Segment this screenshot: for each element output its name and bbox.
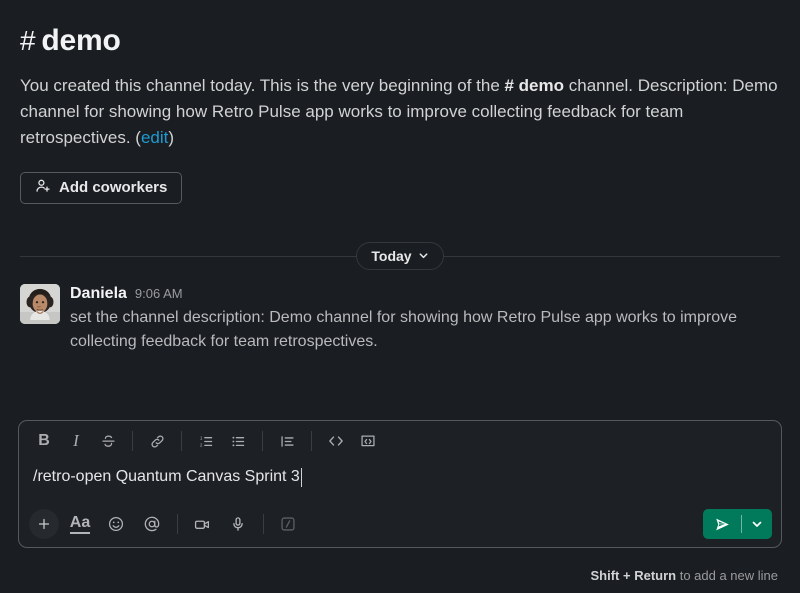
- message-composer: B I 1 2 /retro-open Quantum Canvas Sprin…: [18, 420, 782, 548]
- action-divider: [177, 514, 178, 534]
- slash-command-icon[interactable]: [273, 509, 303, 539]
- message-input[interactable]: /retro-open Quantum Canvas Sprint 3: [19, 461, 781, 501]
- avatar-photo: [20, 283, 60, 324]
- chevron-down-icon: [418, 248, 429, 264]
- message-text: set the channel description: Demo channe…: [70, 308, 738, 350]
- formatting-aa-label: Aa: [69, 514, 91, 535]
- code-icon[interactable]: [321, 426, 351, 456]
- add-coworkers-label: Add coworkers: [59, 179, 168, 197]
- italic-icon[interactable]: I: [61, 426, 91, 456]
- mention-icon[interactable]: [137, 509, 167, 539]
- code-block-icon[interactable]: [353, 426, 383, 456]
- message-body: Daniela 9:06 AM set the channel descript…: [70, 284, 780, 354]
- send-paper-plane-icon[interactable]: [703, 509, 741, 539]
- toolbar-divider: [181, 431, 182, 451]
- day-divider-label: Today: [371, 247, 412, 264]
- channel-reference: # demo: [504, 75, 565, 95]
- bulleted-list-icon[interactable]: [223, 426, 253, 456]
- emoji-icon[interactable]: [101, 509, 131, 539]
- channel-description-part3: ): [168, 128, 175, 148]
- svg-text:1: 1: [199, 435, 202, 440]
- person-add-icon: [35, 178, 51, 198]
- strikethrough-icon[interactable]: [93, 426, 123, 456]
- toolbar-divider: [132, 431, 133, 451]
- link-icon[interactable]: [142, 426, 172, 456]
- channel-intro: # demo You created this channel today. T…: [0, 0, 800, 152]
- text-caret: [300, 467, 303, 487]
- composer-action-bar: Aa: [19, 501, 781, 547]
- bold-icon[interactable]: B: [29, 426, 59, 456]
- message-timestamp[interactable]: 9:06 AM: [135, 286, 183, 302]
- plus-icon[interactable]: [29, 509, 59, 539]
- message-input-value: /retro-open Quantum Canvas Sprint 3: [33, 468, 300, 485]
- avatar[interactable]: [20, 283, 60, 324]
- add-coworkers-button[interactable]: Add coworkers: [20, 171, 183, 204]
- toolbar-divider: [311, 431, 312, 451]
- send-options-chevron-down-icon[interactable]: [742, 509, 772, 539]
- video-icon[interactable]: [187, 509, 217, 539]
- message-row: Daniela 9:06 AM set the channel descript…: [0, 272, 800, 354]
- channel-description-part1: You created this channel today. This is …: [20, 75, 505, 95]
- day-divider: Today: [0, 240, 800, 272]
- ordered-list-icon[interactable]: 1 2: [191, 426, 221, 456]
- edit-description-link[interactable]: edit: [141, 128, 168, 147]
- composer-hint-text: to add a new line: [676, 568, 778, 583]
- blockquote-icon[interactable]: [272, 426, 302, 456]
- channel-description: You created this channel today. This is …: [20, 73, 780, 152]
- formatting-toolbar: B I 1 2: [19, 421, 781, 461]
- formatting-aa-icon[interactable]: Aa: [65, 509, 95, 539]
- page-title: # demo: [20, 24, 780, 59]
- microphone-icon[interactable]: [223, 509, 253, 539]
- composer-hint: Shift + Return to add a new line: [591, 568, 779, 583]
- svg-text:2: 2: [199, 442, 202, 447]
- channel-name: demo: [41, 24, 121, 57]
- slack-channel-view: # demo You created this channel today. T…: [0, 0, 800, 593]
- toolbar-divider: [262, 431, 263, 451]
- message-author[interactable]: Daniela: [70, 284, 127, 303]
- composer-hint-shortcut: Shift + Return: [590, 568, 677, 583]
- day-divider-button[interactable]: Today: [356, 241, 444, 270]
- action-divider: [263, 514, 264, 534]
- send-button-group: [703, 509, 772, 539]
- message-meta: Daniela 9:06 AM: [70, 284, 780, 303]
- hash-icon: #: [20, 25, 36, 56]
